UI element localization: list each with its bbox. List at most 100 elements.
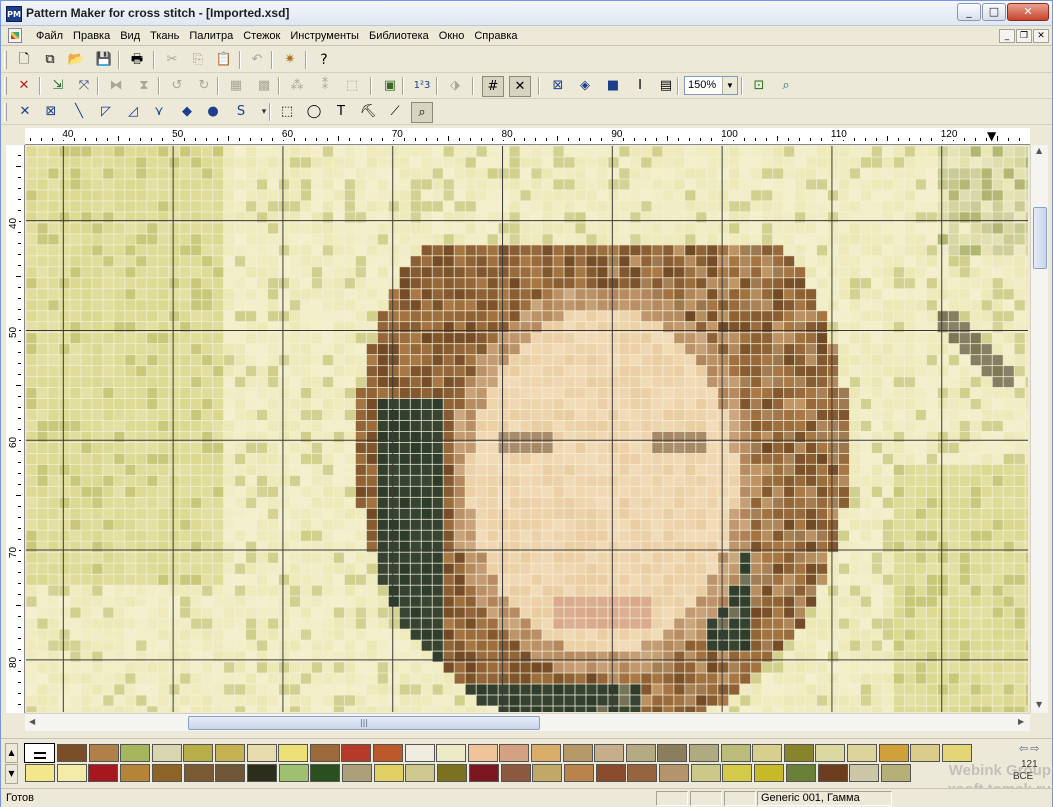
app-icon[interactable]: PM (6, 6, 22, 22)
print-icon[interactable]: 🖶 (126, 50, 148, 71)
reduce-icon[interactable]: ⁑ (314, 76, 336, 97)
toolbar-grip[interactable] (4, 51, 7, 69)
stitch-cell (300, 475, 312, 487)
stitch-cell (190, 200, 202, 213)
lasso-icon[interactable]: ◯ (303, 102, 325, 123)
swap-stitch-icon[interactable]: ⤧ (73, 76, 95, 97)
stitch-cell (476, 409, 488, 421)
fill-bucket-icon[interactable]: ⛏ (357, 102, 379, 123)
new-from-template-icon[interactable]: ⧉ (39, 50, 61, 71)
color-palette-icon[interactable]: ▣ (379, 76, 401, 97)
zoom-magnifier-icon[interactable]: ⌕ (775, 76, 797, 97)
text-tool-icon[interactable]: T (330, 102, 352, 123)
stitch-cell (289, 288, 301, 300)
chevron-down-icon[interactable]: ▼ (722, 77, 737, 94)
menu-item[interactable]: Справка (469, 29, 522, 43)
menu-item[interactable]: Стежок (238, 29, 285, 43)
toolbar-grip[interactable] (4, 103, 7, 121)
stitch-cell (860, 156, 872, 169)
rotate-left-icon[interactable]: ↺ (166, 76, 188, 97)
stitch-wizard-icon[interactable]: ✷ (279, 50, 301, 71)
stitch-cell (531, 607, 543, 619)
stitch-cell (618, 640, 631, 652)
flip-vertical-icon[interactable]: ⧗ (133, 76, 155, 97)
zoom-select[interactable]: 150% ▼ (684, 76, 738, 95)
stitch-cell (673, 420, 685, 432)
full-cross-icon[interactable]: ✕ (14, 102, 36, 123)
solid-view-icon[interactable]: ■ (602, 76, 624, 97)
ruler-marker-icon[interactable]: ▼ (987, 130, 996, 142)
stitch-cell (113, 453, 126, 465)
undo-icon[interactable]: ↶ (246, 50, 268, 71)
dropdown-arrow-icon[interactable]: ▾ (253, 102, 275, 123)
new-document-icon[interactable]: 🗋 (13, 50, 35, 71)
stitch-cell (487, 585, 499, 597)
stitch-cell (553, 288, 565, 300)
stitch-cell (673, 618, 685, 630)
help-icon[interactable]: ? (313, 50, 335, 71)
half-stitch-icon[interactable]: ╲ (68, 102, 90, 123)
menu-item[interactable]: Файл (31, 29, 68, 43)
pattern-canvas[interactable] (26, 146, 1028, 712)
rotate-right-icon[interactable]: ↻ (193, 76, 215, 97)
move-selection-icon[interactable]: ⇲ (47, 76, 69, 97)
three-quarter-cross-icon[interactable]: ⊠ (40, 102, 62, 123)
grid-icon[interactable]: # (482, 76, 504, 97)
numbering-icon[interactable]: 1²3 (411, 76, 433, 97)
ruler-tick (798, 138, 800, 141)
scatter-icon[interactable]: ⁂ (286, 76, 308, 97)
stitch-cell (992, 695, 1004, 707)
mdi-minimize-button[interactable]: _ (999, 29, 1015, 43)
stitch-cell (981, 574, 993, 586)
cross-icon[interactable]: ✕ (509, 76, 531, 97)
delete-icon[interactable]: ✕ (13, 76, 35, 97)
quarter-stitch-icon[interactable]: ◸ (95, 102, 117, 123)
fit-page-icon[interactable]: ⊡ (748, 76, 770, 97)
menu-item[interactable]: Библиотека (364, 29, 434, 43)
stitch-cell (223, 497, 235, 509)
fill-pattern-icon[interactable]: ▩ (253, 76, 275, 97)
close-button[interactable]: ✕ (1007, 3, 1049, 21)
back-stitch-icon[interactable]: ◿ (122, 102, 144, 123)
menu-item[interactable]: Вид (115, 29, 145, 43)
stitch-cell (377, 442, 389, 454)
rect-select-icon[interactable]: ⬚ (276, 102, 298, 123)
special-stitch-icon[interactable]: S (230, 102, 252, 123)
page-icon[interactable]: ▤ (655, 76, 677, 97)
menu-item[interactable]: Палитра (184, 29, 238, 43)
magnifier-icon[interactable]: ⌕ (411, 102, 433, 123)
maximize-button[interactable]: □ (982, 3, 1006, 21)
long-stitch-icon[interactable]: ⋎ (148, 102, 170, 123)
text-cursor-icon[interactable]: I (629, 76, 651, 97)
menu-item[interactable]: Окно (434, 29, 470, 43)
mdi-restore-button[interactable]: ❐ (1016, 29, 1032, 43)
blend-view-icon[interactable]: ◈ (574, 76, 596, 97)
toolbar-grip[interactable] (4, 77, 7, 95)
french-knot-icon[interactable]: ◆ (176, 102, 198, 123)
bead-icon[interactable]: ● (202, 102, 224, 123)
eyedropper-icon[interactable]: ⟋ (384, 102, 406, 123)
save-icon[interactable]: 💾 (93, 50, 115, 71)
symbol-view-icon[interactable]: ⊠ (547, 76, 569, 97)
cut-icon[interactable]: ✂ (161, 50, 183, 71)
stitch-cell (618, 673, 631, 685)
menu-item[interactable]: Правка (68, 29, 115, 43)
pattern-overview-icon[interactable]: ⬗ (444, 76, 466, 97)
stitch-cell (1003, 640, 1015, 652)
marquee-icon[interactable]: ⬚ (341, 76, 363, 97)
menu-item[interactable]: Инструменты (285, 29, 364, 43)
stitch-cell (377, 684, 389, 696)
document-icon[interactable] (8, 28, 22, 43)
stitch-cell (629, 189, 642, 202)
flip-horizontal-icon[interactable]: ⧓ (105, 76, 127, 97)
minimize-button[interactable]: _ (957, 3, 981, 21)
open-folder-icon[interactable]: 📂 (65, 50, 87, 71)
grid-select-icon[interactable]: ▦ (225, 76, 247, 97)
mdi-close-button[interactable]: ✕ (1033, 29, 1049, 43)
copy-icon[interactable]: ⎘ (187, 50, 209, 71)
stitch-cell (761, 189, 773, 202)
stitch-cell (553, 585, 565, 597)
paste-icon[interactable]: 📋 (213, 50, 235, 71)
title-bar[interactable]: PM Pattern Maker for cross stitch - [Imp… (1, 1, 1052, 26)
menu-item[interactable]: Ткань (145, 29, 184, 43)
